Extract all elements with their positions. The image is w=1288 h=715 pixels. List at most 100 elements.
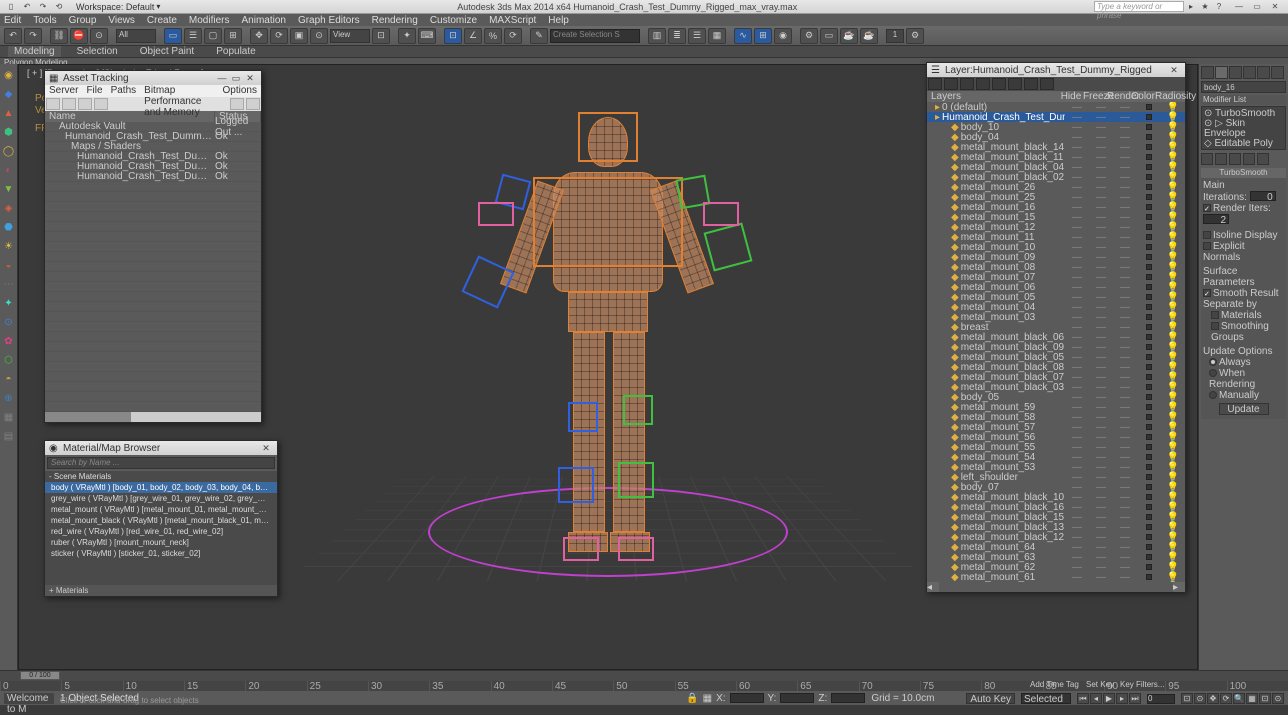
material-row[interactable]: grey_wire ( VRayMtl ) [grey_wire_01, gre…: [45, 493, 277, 504]
curve-editor-button[interactable]: ∿: [734, 28, 752, 44]
rotate-button[interactable]: ⟳: [270, 28, 288, 44]
nav-6-button[interactable]: ⊡: [1259, 693, 1271, 704]
asset-scrollbar[interactable]: [45, 412, 261, 422]
tool-icon-3[interactable]: ▲: [1, 106, 16, 121]
asset-row[interactable]: Humanoid_Crash_Test_Dummy_Sticker_Diff..…: [45, 172, 261, 182]
mirror-button[interactable]: ▥: [648, 28, 666, 44]
next-frame-button[interactable]: ▸: [1116, 693, 1128, 704]
tool-icon-5[interactable]: ◯: [1, 144, 16, 159]
lock-icon[interactable]: 🔒: [686, 693, 698, 704]
tool-icon-17[interactable]: ◓: [1, 372, 16, 387]
edit-selection-button[interactable]: ✎: [530, 28, 548, 44]
utilities-tab[interactable]: [1271, 66, 1284, 79]
asset-tb-1[interactable]: [46, 98, 60, 110]
time-config-button[interactable]: ⊡: [1181, 693, 1193, 704]
nav-7-button[interactable]: ⊙: [1272, 693, 1284, 704]
layer-col-freeze[interactable]: Freeze: [1083, 91, 1107, 102]
key-mode-dropdown[interactable]: Selected: [1021, 693, 1071, 704]
asset-maximize-button[interactable]: ▭: [229, 73, 243, 83]
modifier-list-dropdown[interactable]: Modifier List: [1201, 95, 1286, 105]
gear-icon[interactable]: ⚙: [906, 28, 924, 44]
menu-views[interactable]: Views: [108, 15, 135, 26]
render-iters-checkbox[interactable]: [1203, 204, 1211, 212]
show-end-result-button[interactable]: [1215, 153, 1227, 165]
tool-icon-9[interactable]: ⬣: [1, 220, 16, 235]
layer-row[interactable]: ◆body_07———💡: [927, 482, 1185, 492]
layer-row[interactable]: ◆metal_mount_black_12———💡: [927, 532, 1185, 542]
goto-start-button[interactable]: ⏮: [1077, 693, 1089, 704]
current-frame-input[interactable]: [1147, 694, 1175, 704]
material-row[interactable]: metal_mount_black ( VRayMtl ) [metal_mou…: [45, 515, 277, 526]
asset-tb-options[interactable]: [246, 98, 260, 110]
layer-row[interactable]: ◆metal_mount_55———💡: [927, 442, 1185, 452]
layer-new-button[interactable]: [928, 78, 942, 90]
always-radio[interactable]: [1209, 358, 1217, 366]
manipulate-button[interactable]: ✦: [398, 28, 416, 44]
material-row[interactable]: metal_mount ( VRayMtl ) [metal_mount_01,…: [45, 504, 277, 515]
layer-row[interactable]: ◆metal_mount_04———💡: [927, 302, 1185, 312]
asset-close-button[interactable]: ✕: [243, 73, 257, 83]
layer-row[interactable]: ◆metal_mount_15———💡: [927, 212, 1185, 222]
layer-manager-button[interactable]: ☰: [688, 28, 706, 44]
nav-1-button[interactable]: ⊙: [1194, 693, 1206, 704]
layer-row[interactable]: ◆metal_mount_black_04———💡: [927, 162, 1185, 172]
layer-row[interactable]: ◆breast———💡: [927, 322, 1185, 332]
menu-animation[interactable]: Animation: [241, 15, 285, 26]
tool-icon-12[interactable]: ⋯: [1, 277, 16, 292]
layer-hide-button[interactable]: [1008, 78, 1022, 90]
tool-icon-19[interactable]: ▦: [1, 410, 16, 425]
ref-coord-dropdown[interactable]: View: [330, 29, 370, 43]
layer-row[interactable]: ◆metal_mount_black_10———💡: [927, 492, 1185, 502]
asset-tb-4[interactable]: [94, 98, 108, 110]
tool-icon-1[interactable]: ◉: [1, 68, 16, 83]
bind-button[interactable]: ⊙: [90, 28, 108, 44]
layer-row[interactable]: ◆metal_mount_62———💡: [927, 562, 1185, 572]
tool-icon-8[interactable]: ◈: [1, 201, 16, 216]
menu-customize[interactable]: Customize: [430, 15, 477, 26]
asset-menu-server[interactable]: Server: [49, 85, 78, 97]
link-button[interactable]: ⛓: [50, 28, 68, 44]
asset-menu-paths[interactable]: Paths: [111, 85, 137, 97]
layer-row[interactable]: ◆metal_mount_black_07———💡: [927, 372, 1185, 382]
layer-row[interactable]: ◆metal_mount_10———💡: [927, 242, 1185, 252]
tool-icon-14[interactable]: ⊙: [1, 315, 16, 330]
layer-row[interactable]: ◆metal_mount_black_08———💡: [927, 362, 1185, 372]
material-row[interactable]: ruber ( VRayMtl ) [mount_mount_neck]: [45, 537, 277, 548]
layer-row[interactable]: ◆metal_mount_03———💡: [927, 312, 1185, 322]
placement-button[interactable]: ⊙: [310, 28, 328, 44]
iterations-spinner[interactable]: 0: [1250, 191, 1276, 201]
tool-icon-4[interactable]: ⬢: [1, 125, 16, 140]
layer-row[interactable]: ◆metal_mount_black_16———💡: [927, 502, 1185, 512]
mat-search-input[interactable]: Search by Name ...: [47, 457, 275, 469]
close-button[interactable]: ✕: [1268, 2, 1282, 12]
layer-row[interactable]: ◆metal_mount_black_11———💡: [927, 152, 1185, 162]
explicit-normals-checkbox[interactable]: [1203, 242, 1211, 250]
scale-button[interactable]: ▣: [290, 28, 308, 44]
nav-5-button[interactable]: ▦: [1246, 693, 1258, 704]
layer-row[interactable]: ◆left_shoulder———💡: [927, 472, 1185, 482]
pivot-button[interactable]: ⊡: [372, 28, 390, 44]
render-production-button[interactable]: ☕: [840, 28, 858, 44]
tool-icon-18[interactable]: ⊕: [1, 391, 16, 406]
nav-3-button[interactable]: ⟳: [1220, 693, 1232, 704]
layer-col-color[interactable]: Color: [1131, 91, 1155, 102]
layer-row[interactable]: ◆metal_mount_16———💡: [927, 202, 1185, 212]
layer-row[interactable]: ◆metal_mount_59———💡: [927, 402, 1185, 412]
percent-snap-button[interactable]: %: [484, 28, 502, 44]
menu-maxscript[interactable]: MAXScript: [489, 15, 536, 26]
help-icon[interactable]: ?: [1212, 2, 1226, 12]
layer-row[interactable]: ◆metal_mount_black_02———💡: [927, 172, 1185, 182]
layer-row[interactable]: ◆metal_mount_25———💡: [927, 192, 1185, 202]
ribbon-tab-populate[interactable]: Populate: [210, 46, 261, 57]
asset-tb-2[interactable]: [62, 98, 76, 110]
undo-icon[interactable]: ↶: [20, 2, 34, 12]
menu-tools[interactable]: Tools: [33, 15, 56, 26]
material-row[interactable]: red_wire ( VRayMtl ) [red_wire_01, red_w…: [45, 526, 277, 537]
help-arrow-icon[interactable]: ▸: [1184, 2, 1198, 12]
select-rect-button[interactable]: ▢: [204, 28, 222, 44]
material-row[interactable]: body ( VRayMtl ) [body_01, body_02, body…: [45, 482, 277, 493]
spinner-snap-button[interactable]: ⟳: [504, 28, 522, 44]
sel-lock-icon[interactable]: ▦: [703, 693, 712, 704]
menu-group[interactable]: Group: [69, 15, 97, 26]
layer-row[interactable]: ◆body_10———💡: [927, 122, 1185, 132]
